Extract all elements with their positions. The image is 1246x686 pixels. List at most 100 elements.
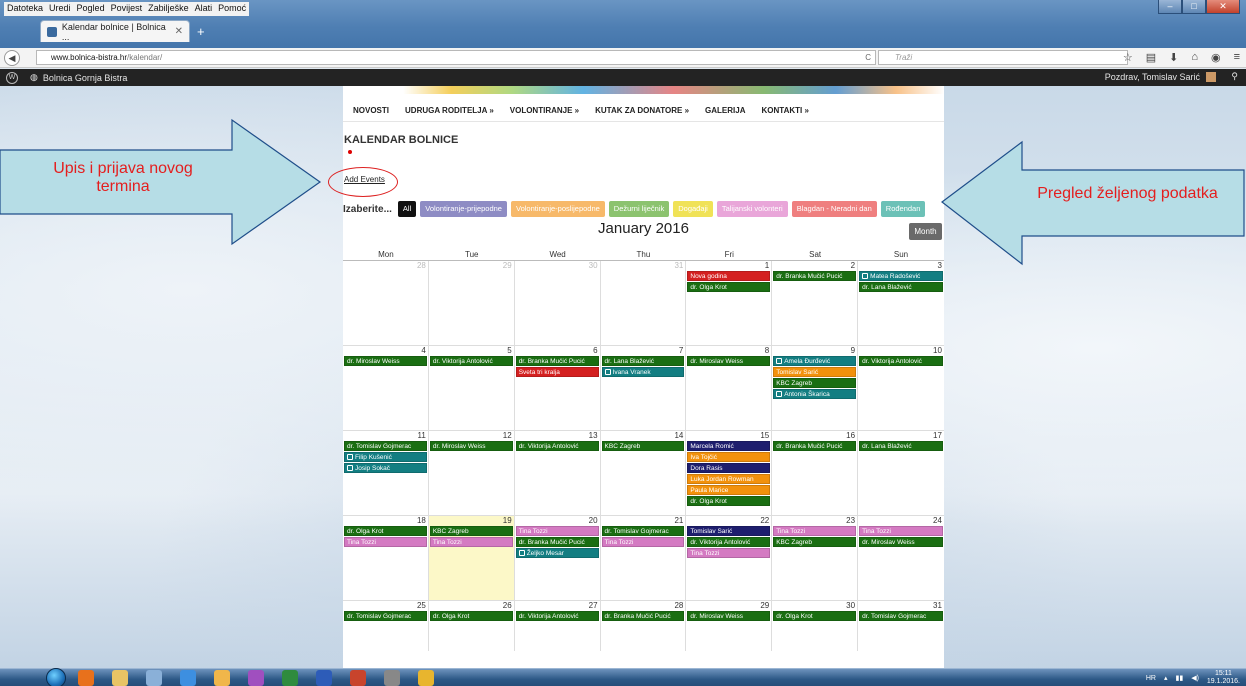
powerpoint-taskbar-icon[interactable] (350, 670, 366, 686)
calendar-day-cell[interactable]: 16 dr. Branka Mučić Pucić (772, 431, 859, 515)
calendar-day-cell[interactable]: 31 dr. Tomislav Gojmerac (858, 601, 944, 651)
calendar-event[interactable]: Amela Đurđević (773, 356, 857, 366)
calendar-event[interactable]: dr. Miroslav Weiss (344, 356, 427, 366)
admin-search-icon[interactable]: ⚲ (1231, 71, 1238, 82)
language-indicator[interactable]: HR (1146, 675, 1156, 682)
calendar-event[interactable]: dr. Miroslav Weiss (429, 441, 513, 451)
recycle-taskbar-icon[interactable] (146, 670, 162, 686)
calendar-event[interactable]: Sveta tri kralja (515, 367, 599, 377)
calendar-day-cell[interactable]: 18 dr. Olga Krot Tina Tozzi (343, 516, 429, 600)
menu-item[interactable]: Datoteka (7, 3, 43, 15)
filter-chip[interactable]: Dežurni liječnik (608, 201, 670, 217)
calendar-day-cell[interactable]: 11 dr. Tomislav Gojmerac Filip Kušenić Josi… (343, 431, 429, 515)
minimize-button[interactable]: – (1158, 0, 1182, 14)
site-nav-item[interactable]: VOLONTIRANJE » (510, 106, 579, 115)
search-input[interactable]: Traži (878, 50, 1128, 65)
calendar-event[interactable]: Filip Kušenić (344, 452, 427, 462)
menu-item[interactable]: Povijest (111, 3, 143, 15)
calendar-event[interactable]: Tina Tozzi (429, 537, 513, 547)
calendar-event[interactable]: Marcela Romić (687, 441, 771, 451)
calendar-day-cell[interactable]: 24 Tina Tozzi dr. Miroslav Weiss (858, 516, 944, 600)
calendar-event[interactable]: KBC Zagreb (773, 378, 857, 388)
calendar-day-cell[interactable]: 30 dr. Olga Krot (772, 601, 859, 651)
calendar-day-cell[interactable]: 13 dr. Viktorija Antolović (515, 431, 601, 515)
calendar-day-cell[interactable]: 15 Marcela Romić Iva Tojčić Dora Rasis Luka … (686, 431, 773, 515)
calendar-event[interactable]: Tomislav Sarić (773, 367, 857, 377)
calendar-event[interactable]: dr. Branka Mučić Pucić (515, 356, 599, 366)
calendar-event[interactable]: Matea Radošević (859, 271, 943, 281)
site-nav-item[interactable]: GALERIJA (705, 106, 745, 115)
calendar-event[interactable]: Nova godina (687, 271, 771, 281)
site-nav-item[interactable]: NOVOSTI (353, 106, 389, 115)
pocket-icon[interactable]: ◉ (1211, 51, 1221, 64)
filter-chip[interactable]: Volontiranje-prijepodne (420, 201, 507, 217)
excel-taskbar-icon[interactable] (282, 670, 298, 686)
calendar-day-cell[interactable]: 31 (601, 261, 687, 345)
filter-chip[interactable]: Blagdan - Neradni dan (791, 201, 877, 217)
calendar-event[interactable]: dr. Olga Krot (687, 496, 771, 506)
calendar-day-cell[interactable]: 1 Nova godina dr. Olga Krot (686, 261, 773, 345)
calendar-event[interactable]: dr. Lana Blažević (601, 356, 685, 366)
back-button[interactable]: ◀ (4, 49, 20, 66)
url-bar[interactable]: www.bolnica-bistra.hr/kalendar/ C (36, 50, 876, 65)
calendar-event[interactable]: Ivana Vranek (601, 367, 685, 377)
calendar-event[interactable]: dr. Miroslav Weiss (687, 611, 771, 621)
volume-icon[interactable]: ◀) (1191, 674, 1199, 682)
calendar-event[interactable]: dr. Viktorija Antolović (515, 611, 599, 621)
calendar-event[interactable]: dr. Tomislav Gojmerac (859, 611, 943, 621)
calendar-day-cell[interactable]: 10 dr. Viktorija Antolović (858, 346, 944, 430)
menu-item[interactable]: Uredi (49, 3, 71, 15)
calendar-day-cell[interactable]: 22 Tomislav Sarić dr. Viktorija Antolović T… (686, 516, 773, 600)
site-nav-item[interactable]: UDRUGA RODITELJA » (405, 106, 494, 115)
filter-chip[interactable]: Volontiranje-poslijepodne (510, 201, 605, 217)
bookmark-star-icon[interactable]: ☆ (1123, 51, 1133, 64)
calendar-event[interactable]: dr. Miroslav Weiss (859, 537, 943, 547)
maximize-button[interactable]: □ (1182, 0, 1206, 14)
firefox-taskbar-icon[interactable] (78, 670, 94, 686)
calendar-event[interactable]: dr. Lana Blažević (859, 282, 943, 292)
home-icon[interactable]: ⌂ (1191, 51, 1198, 64)
calendar-event[interactable]: Tina Tozzi (515, 526, 599, 536)
explorer-taskbar-icon[interactable] (112, 670, 128, 686)
downloads-icon[interactable]: ⬇ (1169, 51, 1178, 64)
calendar-event[interactable]: Iva Tojčić (687, 452, 771, 462)
month-view-button[interactable]: Month (909, 223, 942, 240)
calendar-day-cell[interactable]: 23 Tina Tozzi KBC Zagreb (772, 516, 859, 600)
internet-explorer-taskbar-icon[interactable] (180, 670, 196, 686)
calendar-event[interactable]: dr. Branka Mučić Pucić (515, 537, 599, 547)
calendar-event[interactable]: Tina Tozzi (344, 537, 427, 547)
calendar-day-cell[interactable]: 3 Matea Radošević dr. Lana Blažević (858, 261, 944, 345)
close-window-button[interactable]: ✕ (1206, 0, 1240, 14)
calendar-day-cell[interactable]: 4 dr. Miroslav Weiss (343, 346, 429, 430)
calendar-event[interactable]: dr. Lana Blažević (859, 441, 943, 451)
bookmarks-menu-icon[interactable]: ▤ (1146, 51, 1156, 64)
calendar-event[interactable]: Antonia Škarica (773, 389, 857, 399)
calendar-day-cell[interactable]: 5 dr. Viktorija Antolović (429, 346, 515, 430)
calendar-day-cell[interactable]: 28 dr. Branka Mučić Pucić (601, 601, 687, 651)
clock[interactable]: 15:11 19.1.2016. (1207, 670, 1240, 686)
calendar-day-cell[interactable]: 29 (429, 261, 515, 345)
calendar-day-cell[interactable]: 12 dr. Miroslav Weiss (429, 431, 515, 515)
calendar-day-cell[interactable]: 2 dr. Branka Mučić Pucić (772, 261, 859, 345)
calendar-day-cell[interactable]: 26 dr. Olga Krot (429, 601, 515, 651)
calendar-event[interactable]: dr. Viktorija Antolović (515, 441, 599, 451)
calendar-event[interactable]: dr. Branka Mučić Pucić (773, 441, 857, 451)
calendar-event[interactable]: dr. Tomislav Gojmerac (344, 441, 427, 451)
word-taskbar-icon[interactable] (316, 670, 332, 686)
new-tab-button[interactable]: + (197, 24, 205, 39)
calendar-event[interactable]: Željko Mesar (515, 548, 599, 558)
hamburger-menu-icon[interactable]: ≡ (1234, 51, 1240, 64)
filter-chip[interactable]: All (397, 201, 417, 217)
chrome-taskbar-icon[interactable] (418, 670, 434, 686)
calendar-event[interactable]: Tomislav Sarić (687, 526, 771, 536)
calendar-day-cell[interactable]: 7 dr. Lana Blažević Ivana Vranek (601, 346, 687, 430)
calendar-event[interactable]: KBC Zagreb (773, 537, 857, 547)
calendar-event[interactable]: Josip Sokač (344, 463, 427, 473)
admin-site-link[interactable]: ◍ Bolnica Gornja Bistra (30, 72, 127, 83)
network-icon[interactable]: ▮▮ (1175, 674, 1183, 682)
calendar-event[interactable]: dr. Tomislav Gojmerac (344, 611, 427, 621)
calendar-event[interactable]: Tina Tozzi (601, 537, 685, 547)
calendar-day-cell[interactable]: 17 dr. Lana Blažević (858, 431, 944, 515)
calendar-event[interactable]: dr. Tomislav Gojmerac (601, 526, 685, 536)
calendar-event[interactable]: Dora Rasis (687, 463, 771, 473)
